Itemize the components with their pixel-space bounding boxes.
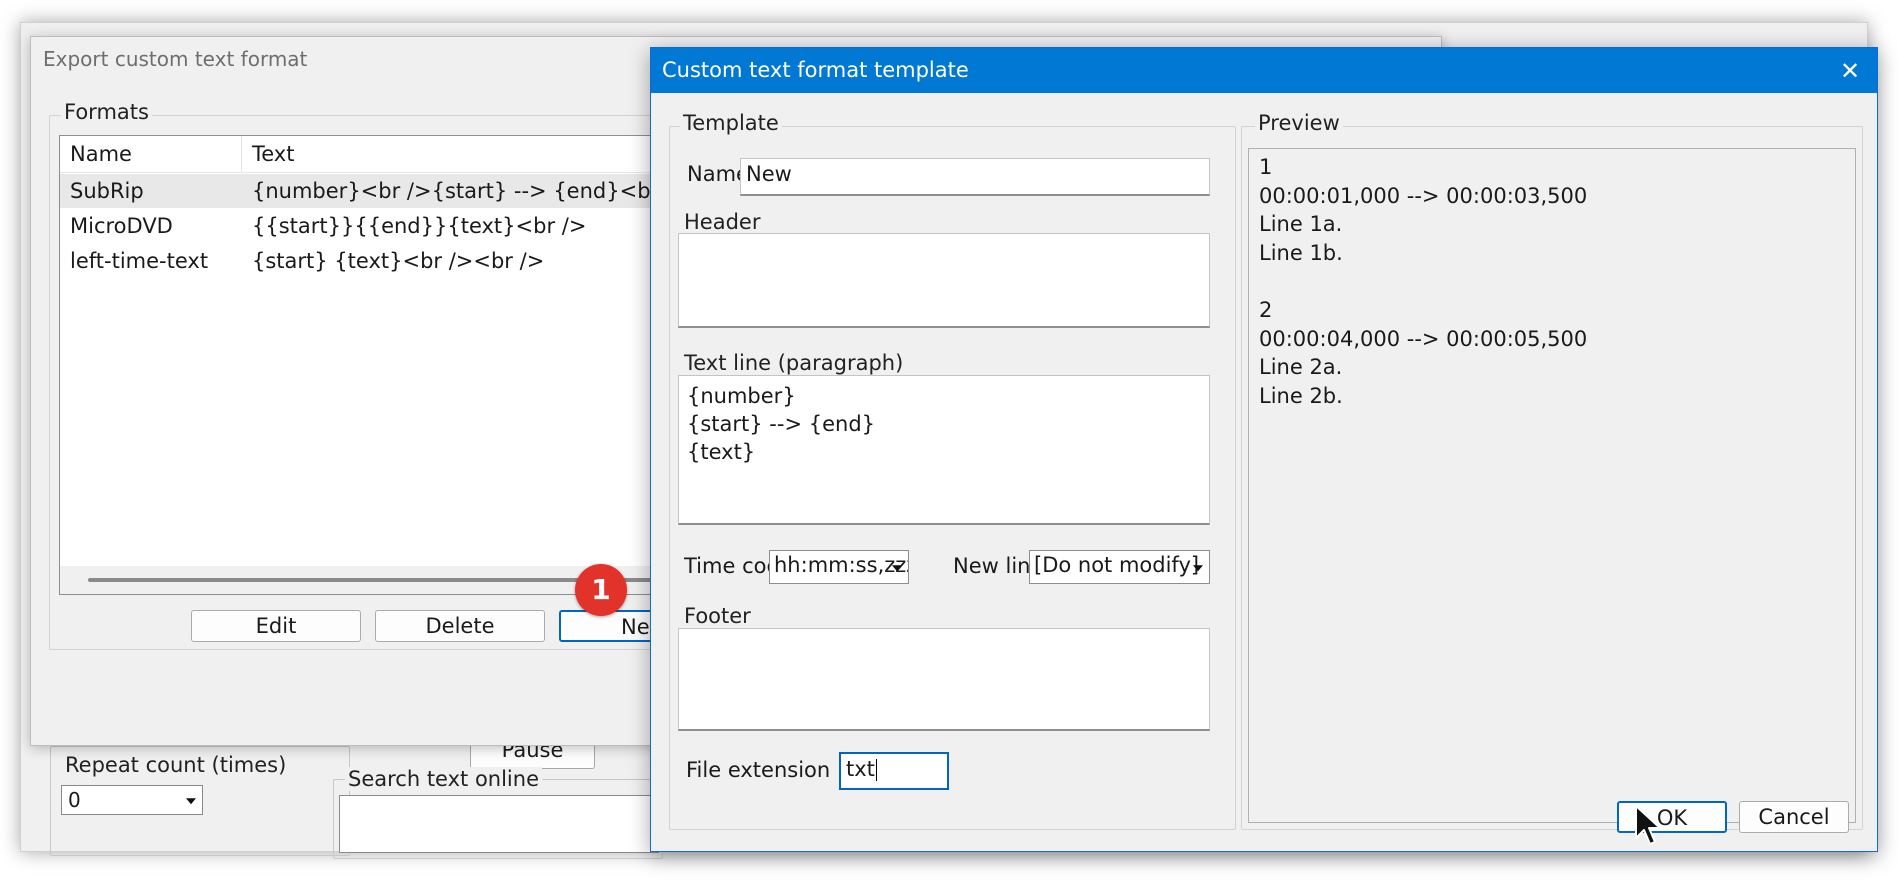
- column-header-name[interactable]: Name: [60, 136, 242, 172]
- time-code-combo[interactable]: hh:mm:ss,zzz: [769, 550, 909, 584]
- time-code-label: Time code: [684, 554, 776, 578]
- mouse-pointer-icon: [1635, 805, 1661, 845]
- step-number-badge: 1: [575, 564, 627, 616]
- name-input[interactable]: New: [740, 158, 1210, 196]
- preview-group-label: Preview: [1255, 111, 1343, 135]
- delete-button[interactable]: Delete: [375, 610, 545, 642]
- chevron-down-icon: [1193, 565, 1203, 572]
- search-text-online-label: Search text online: [345, 767, 542, 791]
- text-caret: [875, 759, 878, 781]
- header-label: Header: [684, 210, 761, 234]
- file-extension-value: txt: [846, 757, 875, 781]
- repeat-count-combo[interactable]: 0: [61, 785, 203, 815]
- preview-textbox[interactable]: 1 00:00:01,000 --> 00:00:03,500 Line 1a.…: [1248, 148, 1856, 823]
- repeat-count-value: 0: [68, 788, 81, 812]
- format-text: {start} {text}<br /><br />: [252, 249, 545, 273]
- name-label: Name: [687, 162, 747, 186]
- custom-text-format-template-dialog: Custom text format template ✕ Template N…: [650, 47, 1878, 852]
- cancel-button[interactable]: Cancel: [1739, 801, 1849, 833]
- new-line-value: [Do not modify]: [1034, 553, 1200, 577]
- text-line-textarea[interactable]: {number} {start} --> {end} {text}: [678, 375, 1210, 525]
- chevron-down-icon: [186, 798, 196, 805]
- title-bar: Custom text format template ✕: [651, 48, 1877, 93]
- footer-textarea[interactable]: [678, 628, 1210, 731]
- format-text: {{start}}{{end}}{text}<br />: [252, 214, 587, 238]
- format-name: SubRip: [70, 179, 144, 203]
- new-line-combo[interactable]: [Do not modify]: [1029, 550, 1210, 584]
- time-code-value: hh:mm:ss,zzz: [774, 553, 909, 577]
- dialog-title: Custom text format template: [662, 58, 969, 82]
- repeat-count-label: Repeat count (times): [65, 753, 287, 777]
- template-group-label: Template: [680, 111, 782, 135]
- close-icon[interactable]: ✕: [1831, 52, 1869, 90]
- search-text-online-box[interactable]: [339, 795, 659, 853]
- window-title: Export custom text format: [43, 47, 308, 71]
- format-name: left-time-text: [70, 249, 209, 273]
- format-name: MicroDVD: [70, 214, 173, 238]
- header-textarea[interactable]: [678, 233, 1210, 328]
- footer-label: Footer: [684, 604, 751, 628]
- file-extension-label: File extension: [686, 758, 831, 782]
- chevron-down-icon: [892, 565, 902, 572]
- edit-button[interactable]: Edit: [191, 610, 361, 642]
- file-extension-input[interactable]: txt: [839, 752, 949, 790]
- formats-group-label: Formats: [61, 100, 152, 124]
- text-line-label: Text line (paragraph): [684, 351, 904, 375]
